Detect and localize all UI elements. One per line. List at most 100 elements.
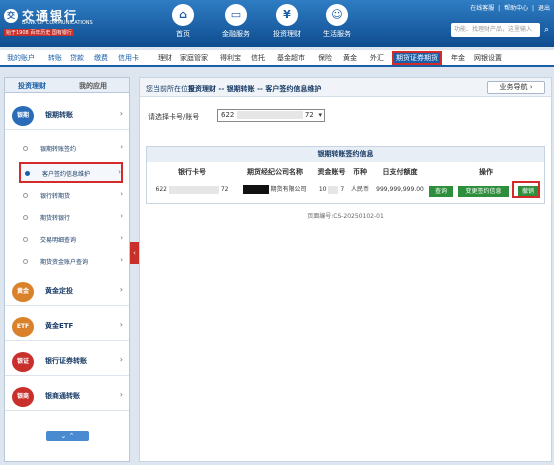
sidebar-scroll-button[interactable]: ⌄ ⌃ <box>46 431 89 441</box>
highlight-box <box>512 181 540 198</box>
redacted-block <box>243 185 270 194</box>
menu-wealth[interactable]: 理财 <box>158 53 172 63</box>
sidebar-item-futures-to-bank[interactable]: 期货转银行 › <box>19 208 123 227</box>
since-tagline: 始于1908 百年历史 国有银行 <box>4 29 74 36</box>
chevron-down-icon: ▾ <box>318 111 322 119</box>
cell-daily-limit: 999,999,999.00 <box>376 186 424 193</box>
account-select[interactable]: 622 72 ▾ <box>217 109 325 122</box>
help-center-link[interactable]: 帮助中心 <box>504 5 528 12</box>
bank-name-en: BANK OF COMMUNICATIONS <box>22 20 93 26</box>
radio-dot-icon <box>23 193 28 198</box>
sidebar-item-sign-info-maintenance[interactable]: 客户签约信息维护 › <box>19 162 123 183</box>
chevron-right-icon: › <box>119 355 123 364</box>
sidebar-item-bank-to-futures[interactable]: 银行转期货 › <box>19 186 123 205</box>
menu-ebank-settings[interactable]: 网银设置 <box>474 53 502 63</box>
nav-life-services-label: 生活服务 <box>323 30 351 38</box>
merchant-icon: 银商 <box>12 387 34 407</box>
sidebar-collapse-icon[interactable]: ‹ <box>130 242 139 264</box>
sidebar-section-label: 黄金ETF <box>45 322 74 330</box>
futures-transfer-icon: 银期 <box>12 106 34 126</box>
menu-gold[interactable]: 黄金 <box>343 53 357 63</box>
cell-currency: 人民币 <box>350 186 369 193</box>
menu-trust[interactable]: 信托 <box>251 53 265 63</box>
sign-info-panel: 银期转账签约信息 银行卡号 期货经纪公司名称 资金账号 币种 日支付额度 操作 … <box>146 146 545 204</box>
sidebar-section-securities-transfer[interactable]: 银证 银行证券转账 › <box>5 348 129 376</box>
card-prefix: 622 <box>155 186 167 193</box>
chevron-right-icon: › <box>120 212 123 220</box>
radio-dot-icon <box>23 146 28 151</box>
menu-credit-card[interactable]: 信用卡 <box>118 53 139 63</box>
cell-company: 期货有限公司 <box>235 183 315 197</box>
tab-my-apps[interactable]: 我的应用 <box>79 81 107 91</box>
account-select-row: 请选择卡号/账号 622 72 ▾ <box>140 108 551 124</box>
menu-my-account[interactable]: 我的账户 <box>7 53 35 63</box>
nav-financial-services[interactable]: ▭ 金融服务 <box>214 4 258 44</box>
masked-number <box>236 111 303 119</box>
menu-insurance[interactable]: 保险 <box>318 53 332 63</box>
menu-annuity[interactable]: 年金 <box>451 53 465 63</box>
sidebar-item-transaction-query[interactable]: 交易明细查询 › <box>19 230 123 249</box>
bank-logo[interactable]: 交 交通银行 BANK OF COMMUNICATIONS 始于1908 百年历… <box>4 7 124 37</box>
chevron-right-icon: › <box>120 256 123 264</box>
search-input[interactable]: 功能、找理财产品，这里输入 <box>451 23 540 37</box>
sidebar-section-gold-investment[interactable]: 黄金 黄金定投 › <box>5 278 129 306</box>
query-button[interactable]: 查询 <box>429 186 453 197</box>
account-prefix: 622 <box>221 111 235 119</box>
fund-suffix: 7 <box>340 186 345 193</box>
account-select-label: 请选择卡号/账号 <box>148 113 200 121</box>
nav-home-label: 首页 <box>176 30 190 38</box>
home-icon: ⌂ <box>172 4 194 26</box>
logout-link[interactable]: 退出 <box>538 5 550 12</box>
sidebar-section-gold-etf[interactable]: ETF 黄金ETF › <box>5 313 129 341</box>
col-header-card: 银行卡号 <box>178 168 206 176</box>
company-name: 期货有限公司 <box>270 186 307 193</box>
masked-number <box>168 185 219 194</box>
chevron-right-icon: › <box>119 109 123 118</box>
col-header-actions: 操作 <box>479 168 493 176</box>
radio-dot-icon <box>23 215 28 220</box>
sidebar-item-label: 期货转银行 <box>40 215 71 222</box>
radio-dot-icon <box>25 171 30 176</box>
nav-investment-label: 投资理财 <box>273 30 301 38</box>
chevron-right-icon: › <box>120 190 123 198</box>
nav-investment[interactable]: ¥ 投资理财 <box>265 4 309 44</box>
breadcrumb-path: 投资理财 -- 银期转账 -- 客户签约信息维护 <box>188 85 322 93</box>
sidebar-section-futures-transfer[interactable]: 银期 银期转账 › <box>5 102 129 130</box>
life-icon: ☺ <box>326 4 348 26</box>
menu-family[interactable]: 家庭管家 <box>180 53 208 63</box>
menu-fund-market[interactable]: 基金超市 <box>277 53 305 63</box>
chevron-right-icon: › <box>119 285 123 294</box>
menu-forex[interactable]: 外汇 <box>370 53 384 63</box>
sidebar-section-label: 黄金定投 <box>45 287 73 295</box>
nav-home[interactable]: ⌂ 首页 <box>161 4 205 44</box>
sidebar-section-label: 银商通转账 <box>45 392 80 400</box>
menu-futures-securities[interactable]: 期货证券期货 <box>392 51 442 65</box>
chevron-right-icon: › <box>120 143 123 151</box>
chart-icon: ¥ <box>276 4 298 26</box>
sidebar-section-label: 银期转账 <box>45 111 73 119</box>
cell-fund-account: 10 7 <box>315 183 348 197</box>
account-suffix: 72 <box>304 111 314 119</box>
page-id: 页面编号:CS-20250102-01 <box>307 213 384 220</box>
header-bar: 交 交通银行 BANK OF COMMUNICATIONS 始于1908 百年历… <box>0 0 554 47</box>
gold-icon: 黄金 <box>12 282 34 302</box>
cell-card-number: 622 72 <box>149 183 235 197</box>
menu-delibao[interactable]: 得利宝 <box>220 53 241 63</box>
sidebar-section-merchant-transfer[interactable]: 银商 银商通转账 › <box>5 383 129 411</box>
sidebar-item-label: 客户签约信息维护 <box>42 171 91 178</box>
nav-life-services[interactable]: ☺ 生活服务 <box>315 4 359 44</box>
online-service-link[interactable]: 在线客服 <box>470 5 494 12</box>
sidebar-item-fund-account-query[interactable]: 期货资金账户查询 › <box>19 252 123 271</box>
modify-sign-info-button[interactable]: 变更签约信息 <box>458 186 509 197</box>
tab-investment[interactable]: 投资理财 <box>18 81 46 91</box>
sidebar-item-label: 期货资金账户查询 <box>40 259 89 266</box>
business-guide-button[interactable]: 业务导航 › <box>487 81 545 94</box>
breadcrumb: 您当前所在位置: 投资理财 -- 银期转账 -- 客户签约信息维护 业务导航 › <box>140 78 551 97</box>
menu-transfer[interactable]: 转账 <box>48 53 62 63</box>
link-divider: | <box>532 5 535 12</box>
menu-payment[interactable]: 缴费 <box>94 53 108 63</box>
menu-loan[interactable]: 贷款 <box>70 53 84 63</box>
search-icon[interactable]: ⌕ <box>541 23 552 37</box>
col-header-fund-account: 资金账号 <box>317 168 346 176</box>
sidebar-item-signing[interactable]: 银期转账签约 › <box>19 139 123 158</box>
